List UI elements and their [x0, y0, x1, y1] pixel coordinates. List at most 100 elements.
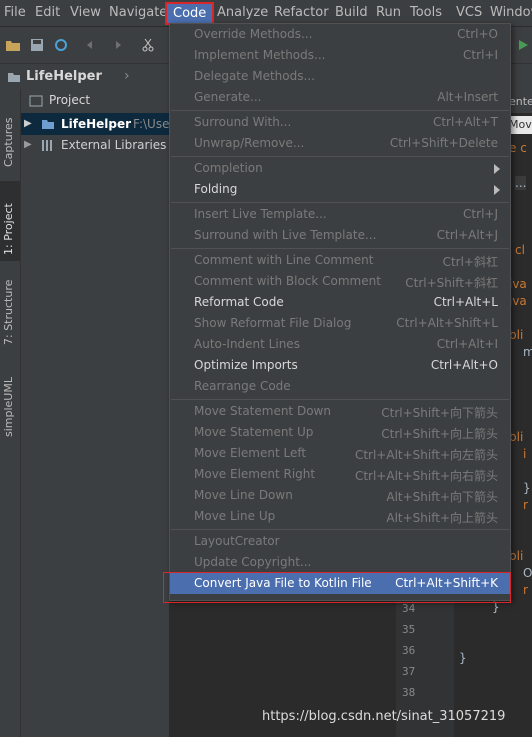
menu-item-move-statement-up[interactable]: Move Statement Up Ctrl+Shift+向上箭头 — [170, 422, 510, 443]
menu-code[interactable]: Code — [165, 2, 215, 25]
menu-item-move-line-up[interactable]: Move Line Up Alt+Shift+向上箭头 — [170, 506, 510, 527]
menu-item-insert-live-template[interactable]: Insert Live Template... Ctrl+J — [170, 204, 510, 225]
search-text: Mov — [509, 118, 532, 131]
menu-item-label: Move Statement Down — [194, 404, 331, 418]
save-icon[interactable] — [29, 37, 45, 53]
line-number: 37 — [402, 665, 416, 678]
menu-window[interactable]: Window — [490, 5, 532, 20]
menu-item-delegate-methods[interactable]: Delegate Methods... — [170, 66, 510, 87]
menu-item-update-copyright[interactable]: Update Copyright... — [170, 552, 510, 573]
menu-item-surround-with-live-template[interactable]: Surround with Live Template... Ctrl+Alt+J — [170, 225, 510, 246]
sync-icon[interactable] — [53, 37, 69, 53]
undo-icon[interactable] — [84, 37, 100, 53]
menu-item-folding[interactable]: Folding — [170, 179, 510, 200]
menu-item-comment-with-block-comment[interactable]: Comment with Block Comment Ctrl+Shift+斜杠 — [170, 271, 510, 292]
menu-item-label: Implement Methods... — [194, 48, 326, 62]
menu-item-shortcut: Ctrl+Shift+向下箭头 — [381, 406, 498, 420]
line-number: 36 — [402, 644, 416, 657]
tab-project[interactable]: 1: Project — [2, 185, 18, 255]
menu-item-label: Update Copyright... — [194, 555, 312, 569]
chevron-right-icon: › — [124, 68, 130, 84]
menu-item-label: Move Line Up — [194, 509, 276, 523]
tab-captures[interactable]: Captures — [2, 97, 18, 167]
tree-row-external-libraries[interactable]: ▶ External Libraries — [21, 134, 169, 156]
menu-item-label: Comment with Block Comment — [194, 274, 381, 288]
menu-analyze[interactable]: Analyze — [217, 5, 268, 20]
watermark-text: https://blog.csdn.net/sinat_31057219 — [262, 709, 506, 724]
code-fragment: bli — [509, 549, 524, 563]
menu-item-shortcut: Alt+Insert — [437, 90, 498, 104]
menu-item-generate[interactable]: Generate... Alt+Insert — [170, 87, 510, 108]
menu-item-shortcut: Ctrl+Alt+I — [436, 337, 498, 351]
menu-item-unwrap-remove[interactable]: Unwrap/Remove... Ctrl+Shift+Delete — [170, 133, 510, 154]
menu-item-layoutcreator[interactable]: LayoutCreator — [170, 531, 510, 552]
tab-simpleuml[interactable]: simpleUML — [2, 369, 18, 437]
code-fragment: iva — [509, 277, 527, 291]
code-fragment: bli — [509, 430, 524, 444]
menu-item-shortcut: Ctrl+Alt+J — [436, 228, 498, 242]
tab-structure[interactable]: 7: Structure — [2, 269, 18, 345]
menu-item-show-reformat-file-dialog[interactable]: Show Reformat File Dialog Ctrl+Alt+Shift+… — [170, 313, 510, 334]
menu-item-label: LayoutCreator — [194, 534, 280, 548]
menu-item-label: Auto-Indent Lines — [194, 337, 300, 351]
menu-item-shortcut: Ctrl+Alt+Shift+向左箭头 — [354, 448, 498, 462]
menu-item-override-methods[interactable]: Override Methods... Ctrl+O — [170, 24, 510, 45]
menu-item-move-line-down[interactable]: Move Line Down Alt+Shift+向下箭头 — [170, 485, 510, 506]
code-fragment: } — [523, 481, 531, 495]
menu-item-label: Show Reformat File Dialog — [194, 316, 352, 330]
menu-item-comment-with-line-comment[interactable]: Comment with Line Comment Ctrl+斜杠 — [170, 250, 510, 271]
tree-row-lifehelper[interactable]: ▶ LifeHelper F:\Use — [21, 113, 169, 135]
menu-separator — [171, 156, 509, 157]
menu-item-label: Delegate Methods... — [194, 69, 315, 83]
menu-item-surround-with[interactable]: Surround With... Ctrl+Alt+T — [170, 112, 510, 133]
menu-refactor[interactable]: Refactor — [274, 5, 329, 20]
menu-navigate[interactable]: Navigate — [109, 5, 167, 20]
menu-item-optimize-imports[interactable]: Optimize Imports Ctrl+Alt+O — [170, 355, 510, 376]
menu-view[interactable]: View — [70, 5, 101, 20]
menu-item-move-element-left[interactable]: Move Element Left Ctrl+Alt+Shift+向左箭头 — [170, 443, 510, 464]
run-icon[interactable] — [515, 37, 531, 53]
editor-tab-label[interactable]: enter — [509, 95, 532, 108]
menu-item-shortcut: Ctrl+J — [463, 207, 498, 221]
code-fragment: r — [523, 583, 528, 597]
expand-arrow-icon[interactable]: ▶ — [24, 113, 32, 135]
cut-icon[interactable] — [140, 37, 156, 53]
breadcrumb-project[interactable]: LifeHelper — [26, 69, 102, 84]
folder-icon — [8, 73, 20, 82]
menu-item-label: Surround With... — [194, 115, 292, 129]
menu-item-move-element-right[interactable]: Move Element Right Ctrl+Alt+Shift+向右箭头 — [170, 464, 510, 485]
editor-search-field[interactable]: Mov — [509, 116, 532, 134]
menu-item-shortcut: Ctrl+Alt+T — [432, 115, 498, 129]
menu-item-label: Folding — [194, 182, 238, 196]
project-view-icon — [29, 95, 43, 107]
menu-separator — [171, 399, 509, 400]
menu-item-auto-indent-lines[interactable]: Auto-Indent Lines Ctrl+Alt+I — [170, 334, 510, 355]
menu-edit[interactable]: Edit — [35, 5, 60, 20]
menu-item-move-statement-down[interactable]: Move Statement Down Ctrl+Shift+向下箭头 — [170, 401, 510, 422]
menu-item-label: Move Line Down — [194, 488, 293, 502]
code-menu-dropdown: Override Methods... Ctrl+O Implement Metho… — [169, 23, 511, 601]
menu-tools[interactable]: Tools — [410, 5, 442, 20]
menu-item-implement-methods[interactable]: Implement Methods... Ctrl+I — [170, 45, 510, 66]
tree-label: External Libraries — [61, 138, 167, 152]
menu-item-label: Move Element Right — [194, 467, 316, 481]
submenu-arrow-icon — [494, 164, 500, 174]
menu-item-label: Move Statement Up — [194, 425, 314, 439]
tree-path: F:\Use — [133, 117, 170, 131]
menu-file[interactable]: File — [4, 5, 26, 20]
menu-item-shortcut: Ctrl+Alt+Shift+向右箭头 — [354, 469, 498, 483]
expand-arrow-icon[interactable]: ▶ — [24, 134, 32, 156]
code-fragment: m — [523, 345, 532, 359]
menu-item-shortcut: Ctrl+Alt+L — [433, 295, 498, 309]
menu-item-rearrange-code[interactable]: Rearrange Code — [170, 376, 510, 397]
menu-vcs[interactable]: VCS — [456, 5, 482, 20]
menu-run[interactable]: Run — [376, 5, 401, 20]
menu-item-shortcut: Ctrl+O — [457, 27, 498, 41]
open-folder-icon[interactable] — [5, 37, 21, 53]
menu-build[interactable]: Build — [335, 5, 368, 20]
menu-item-label: Completion — [194, 161, 263, 175]
redo-icon[interactable] — [108, 37, 124, 53]
menu-item-completion[interactable]: Completion — [170, 158, 510, 179]
menu-item-reformat-code[interactable]: Reformat Code Ctrl+Alt+L — [170, 292, 510, 313]
tree-label: LifeHelper — [61, 117, 132, 131]
